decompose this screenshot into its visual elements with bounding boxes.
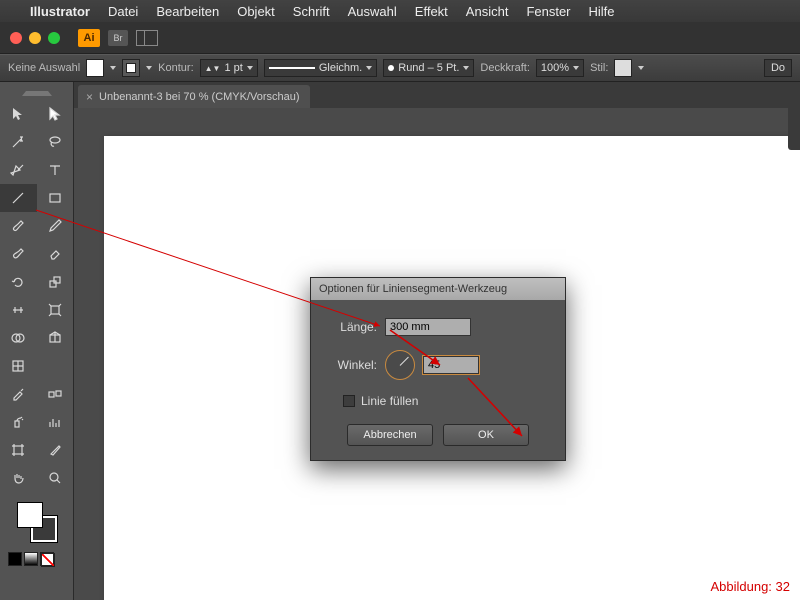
- ok-button[interactable]: OK: [443, 424, 529, 446]
- menu-effect[interactable]: Effekt: [415, 4, 448, 19]
- mac-menubar: Illustrator Datei Bearbeiten Objekt Schr…: [0, 0, 800, 22]
- brush-value: Rund – 5 Pt.: [398, 62, 459, 74]
- blend-tool[interactable]: [37, 380, 74, 408]
- zoom-window-button[interactable]: [48, 32, 60, 44]
- blob-brush-tool[interactable]: [0, 240, 37, 268]
- hand-tool[interactable]: [0, 464, 37, 492]
- document-tab[interactable]: × Unbenannt-3 bei 70 % (CMYK/Vorschau): [78, 85, 310, 108]
- angle-label: Winkel:: [327, 358, 377, 372]
- rectangle-tool[interactable]: [37, 184, 74, 212]
- stroke-label: Kontur:: [158, 62, 193, 74]
- menu-edit[interactable]: Bearbeiten: [156, 4, 219, 19]
- slice-tool[interactable]: [37, 436, 74, 464]
- lasso-tool[interactable]: [37, 128, 74, 156]
- stroke-profile-dropdown[interactable]: Gleichm.: [264, 59, 377, 77]
- checkbox-icon: [343, 395, 355, 407]
- fill-swatch[interactable]: [86, 59, 104, 77]
- fill-line-label: Linie füllen: [361, 394, 418, 408]
- menu-object[interactable]: Objekt: [237, 4, 275, 19]
- brush-dropdown[interactable]: Rund – 5 Pt.: [383, 59, 474, 77]
- bridge-button[interactable]: Br: [108, 30, 128, 46]
- window-titlebar: Ai Br: [0, 22, 800, 54]
- magic-wand-tool[interactable]: [0, 128, 37, 156]
- control-bar: Keine Auswahl Kontur: ▲▼1 pt Gleichm. Ru…: [0, 54, 800, 82]
- menu-type[interactable]: Schrift: [293, 4, 330, 19]
- selection-status: Keine Auswahl: [8, 62, 80, 74]
- column-graph-tool[interactable]: [37, 408, 74, 436]
- cancel-button[interactable]: Abbrechen: [347, 424, 433, 446]
- eraser-tool[interactable]: [37, 240, 74, 268]
- angle-dial[interactable]: [385, 350, 415, 380]
- mesh-tool[interactable]: [0, 352, 37, 380]
- line-segment-tool[interactable]: [0, 184, 37, 212]
- perspective-grid-tool[interactable]: [37, 324, 74, 352]
- direct-selection-tool[interactable]: [37, 100, 74, 128]
- stroke-weight-field[interactable]: ▲▼1 pt: [200, 59, 258, 77]
- symbol-sprayer-tool[interactable]: [0, 408, 37, 436]
- close-window-button[interactable]: [10, 32, 22, 44]
- toolbox-panel: [0, 82, 74, 600]
- style-swatch[interactable]: [614, 59, 632, 77]
- length-input[interactable]: [385, 318, 471, 336]
- scale-tool[interactable]: [37, 268, 74, 296]
- eyedropper-tool[interactable]: [0, 380, 37, 408]
- shape-builder-tool[interactable]: [0, 324, 37, 352]
- chevron-down-icon: [247, 66, 253, 70]
- menu-file[interactable]: Datei: [108, 4, 138, 19]
- chevron-down-icon[interactable]: [146, 66, 152, 70]
- pen-tool[interactable]: [0, 156, 37, 184]
- free-transform-tool[interactable]: [37, 296, 74, 324]
- color-button[interactable]: [8, 552, 22, 566]
- app-menu[interactable]: Illustrator: [30, 4, 90, 19]
- angle-input[interactable]: [423, 356, 479, 374]
- fill-color-swatch[interactable]: [17, 502, 43, 528]
- panel-grip[interactable]: [0, 86, 73, 100]
- fill-stroke-swatch-pair[interactable]: [17, 502, 57, 542]
- document-setup-button[interactable]: Do: [764, 59, 792, 77]
- opacity-label: Deckkraft:: [480, 62, 530, 74]
- opacity-value: 100%: [541, 62, 569, 74]
- line-segment-options-dialog: Optionen für Liniensegment-Werkzeug Läng…: [310, 277, 566, 461]
- chevron-down-icon[interactable]: [638, 66, 644, 70]
- color-mode-buttons: [0, 552, 73, 566]
- traffic-lights: [10, 32, 60, 44]
- arrange-documents-button[interactable]: [136, 30, 158, 46]
- dialog-title[interactable]: Optionen für Liniensegment-Werkzeug: [311, 278, 565, 300]
- chevron-down-icon: [573, 66, 579, 70]
- selection-tool[interactable]: [0, 100, 37, 128]
- rotate-tool[interactable]: [0, 268, 37, 296]
- close-tab-icon[interactable]: ×: [86, 90, 93, 104]
- paintbrush-tool[interactable]: [0, 212, 37, 240]
- artboard-tool[interactable]: [0, 436, 37, 464]
- type-tool[interactable]: [37, 156, 74, 184]
- gradient-button[interactable]: [24, 552, 38, 566]
- collapsed-panel-tab[interactable]: [788, 100, 800, 150]
- length-label: Länge:: [327, 320, 377, 334]
- menu-help[interactable]: Hilfe: [589, 4, 615, 19]
- style-label: Stil:: [590, 62, 608, 74]
- none-button[interactable]: [40, 552, 54, 566]
- minimize-window-button[interactable]: [29, 32, 41, 44]
- figure-caption: Abbildung: 32: [710, 579, 790, 594]
- stroke-weight-value: 1 pt: [224, 62, 242, 74]
- stroke-swatch[interactable]: [122, 59, 140, 77]
- menu-window[interactable]: Fenster: [526, 4, 570, 19]
- document-tab-title: Unbenannt-3 bei 70 % (CMYK/Vorschau): [99, 91, 300, 103]
- chevron-down-icon: [463, 66, 469, 70]
- chevron-down-icon: [366, 66, 372, 70]
- stroke-profile-value: Gleichm.: [319, 62, 362, 74]
- menu-view[interactable]: Ansicht: [466, 4, 509, 19]
- chevron-down-icon[interactable]: [110, 66, 116, 70]
- width-tool[interactable]: [0, 296, 37, 324]
- gradient-tool[interactable]: [37, 352, 74, 380]
- illustrator-app-icon: Ai: [78, 29, 100, 47]
- fill-line-checkbox[interactable]: Linie füllen: [343, 394, 549, 408]
- document-tabs: × Unbenannt-3 bei 70 % (CMYK/Vorschau): [74, 82, 800, 108]
- opacity-field[interactable]: 100%: [536, 59, 584, 77]
- zoom-tool[interactable]: [37, 464, 74, 492]
- pencil-tool[interactable]: [37, 212, 74, 240]
- menu-select[interactable]: Auswahl: [348, 4, 397, 19]
